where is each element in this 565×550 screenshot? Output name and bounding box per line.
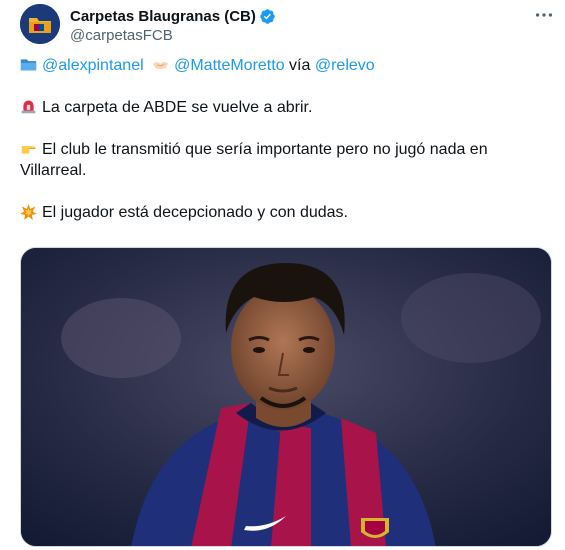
- pointing-right-emoji-icon: [21, 145, 36, 154]
- handle[interactable]: @carpetasFCB: [70, 26, 276, 46]
- collision-emoji-icon: [20, 203, 37, 220]
- tweet-media-photo[interactable]: [20, 247, 552, 547]
- text-club-a: El club le transmitió que sería importan…: [42, 141, 488, 158]
- display-name[interactable]: Carpetas Blaugranas (CB): [70, 8, 256, 25]
- via-text: vía: [289, 57, 311, 74]
- mention-alexpintanel[interactable]: @alexpintanel: [42, 57, 144, 74]
- credits-line: @alexpintanel @MatteMoretto vía @relevo: [20, 55, 545, 76]
- verified-badge-icon: [260, 8, 275, 24]
- handshake-emoji-icon: [152, 61, 169, 70]
- siren-emoji-icon: [21, 100, 36, 114]
- text-club-b: Villarreal.: [20, 162, 87, 179]
- display-name-row: Carpetas Blaugranas (CB): [70, 6, 276, 26]
- text-carpeta: La carpeta de ABDE se vuelve a abrir.: [42, 99, 313, 116]
- text-jugador: El jugador está decepcionado y con dudas…: [42, 204, 348, 221]
- folder-logo-icon: [20, 4, 60, 44]
- text-line-club: El club le transmitió que sería importan…: [20, 139, 545, 160]
- tweet-header: Carpetas Blaugranas (CB) @carpetasFCB: [20, 4, 555, 46]
- avatar[interactable]: [20, 4, 60, 44]
- text-line-jugador: El jugador está decepcionado y con dudas…: [20, 202, 545, 223]
- text-line-carpeta: La carpeta de ABDE se vuelve a abrir.: [20, 97, 545, 118]
- tweet-card: Carpetas Blaugranas (CB) @carpetasFCB @a…: [0, 0, 565, 550]
- mention-relevo[interactable]: @relevo: [315, 57, 375, 74]
- tweet-text: @alexpintanel @MatteMoretto vía @relevo …: [20, 55, 545, 223]
- mention-mattemoretto[interactable]: @MatteMoretto: [174, 57, 285, 74]
- more-options-icon[interactable]: [533, 4, 555, 26]
- player-photo-image: [21, 248, 551, 546]
- author-names: Carpetas Blaugranas (CB) @carpetasFCB: [70, 6, 276, 46]
- folder-emoji-icon: [20, 59, 37, 71]
